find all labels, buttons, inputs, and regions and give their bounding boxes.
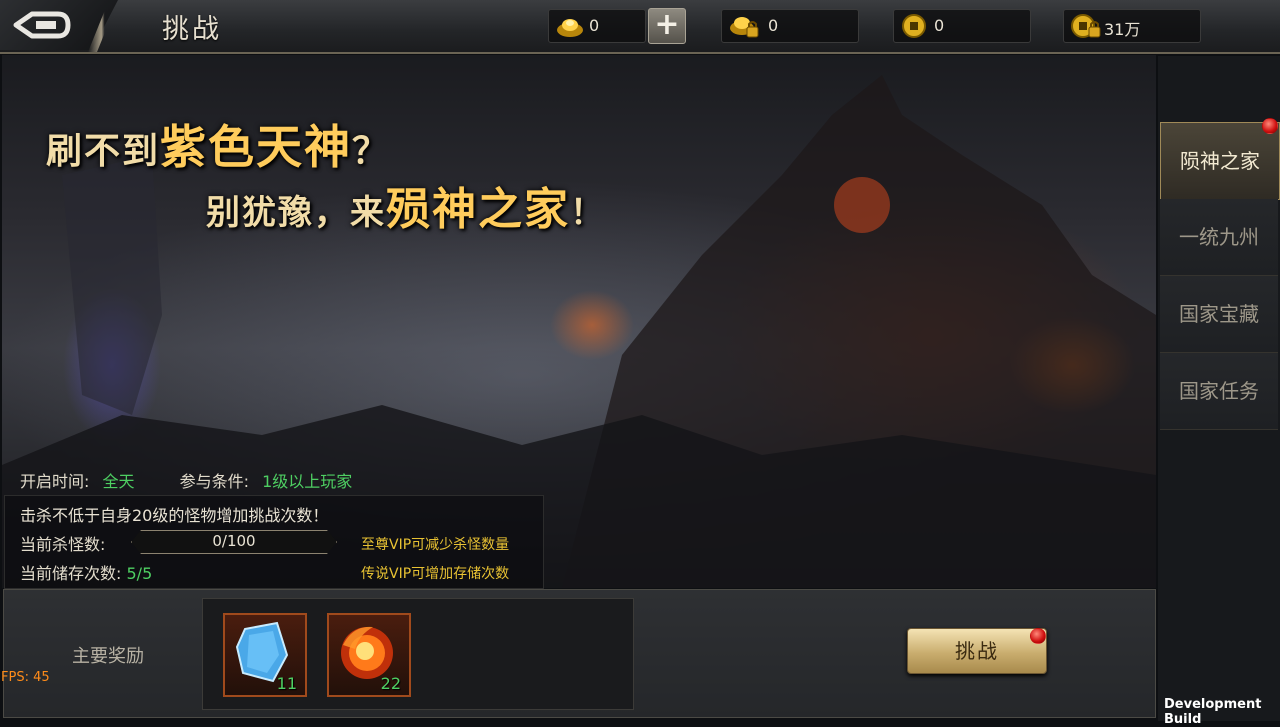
kill-tip: 击杀不低于自身20级的怪物增加挑战次数！ [20,506,329,525]
reward-panel: 主要奖励 11 22 挑战 [3,589,1156,718]
reward-fire-orb-count: 22 [380,674,401,693]
reward-title: 主要奖励 [72,646,144,667]
development-build-label: Development Build [1164,697,1262,727]
locked-coin-icon [1071,14,1101,38]
reward-crystal-count: 11 [276,674,297,693]
back-arrow-icon [13,11,71,39]
kill-progress-bar: 0/100 [131,530,337,554]
kill-progress-text: 0/100 [212,532,256,550]
tab-yunshen-home[interactable]: 陨神之家 [1160,122,1280,200]
open-info-row: 开启时间: 全天 参与条件: 1级以上玩家 [20,468,352,492]
tab-notification-dot [1262,118,1278,134]
challenge-notification-dot [1030,628,1046,644]
locked-coin-resource: 31万 [1063,9,1201,43]
store-count-label: 当前储存次数: [20,564,122,583]
open-time-label: 开启时间: [20,472,90,491]
slogan-line-1: 刷不到紫色天神？ [46,111,390,177]
kill-info-box: 击杀不低于自身20级的怪物增加挑战次数！ 当前杀怪数: 0/100 当前储存次数… [4,495,544,589]
reward-item-fire-orb[interactable]: 22 [327,613,411,697]
kill-count-label: 当前杀怪数: [20,535,106,554]
gold-ingot-resource: 0 [548,9,646,43]
open-time-value: 全天 [102,472,135,491]
vip-tip-1: 至尊VIP可减少杀怪数量 [361,537,510,553]
coin-icon [902,14,926,38]
slogan-1-part-a: 刷不到 [46,131,161,172]
recharge-plus-button[interactable]: + [648,8,686,44]
gold-ingot-icon [557,19,583,37]
page-title: 挑战 [162,14,222,45]
coin-resource: 0 [893,9,1031,43]
challenge-button[interactable]: 挑战 [907,628,1047,674]
slogan-2-part-a: 别犹豫，来 [206,193,386,233]
reward-item-crystal[interactable]: 11 [223,613,307,697]
locked-ingot-resource: 0 [721,9,859,43]
gold-ingot-value: 0 [589,16,600,35]
locked-ingot-icon [730,17,759,38]
slogan-2-part-c: ！ [570,193,606,233]
fps-counter: FPS: 45 [1,670,50,685]
side-tab-bar: 陨神之家 一统九州 国家宝藏 国家任务 [1158,56,1280,721]
locked-coin-value: 31万 [1104,20,1141,39]
store-count-row: 当前储存次数: 5/5 [20,560,152,584]
slogan-line-2: 别犹豫，来殒神之家！ [206,173,606,237]
coin-value: 0 [934,16,945,35]
top-bar: 挑战 0 + 0 0 31万 [0,0,1280,54]
condition-value: 1级以上玩家 [262,472,353,491]
tab-national-task[interactable]: 国家任务 [1160,353,1278,430]
slogan-2-highlight: 殒神之家 [386,184,570,235]
tab-unify-nine-states[interactable]: 一统九州 [1160,199,1278,276]
slogan-1-highlight: 紫色天神 [160,120,353,174]
condition-label: 参与条件: [179,472,250,491]
tab-national-treasure[interactable]: 国家宝藏 [1160,276,1278,353]
locked-ingot-value: 0 [768,16,779,35]
slogan-1-part-c: ？ [352,131,391,172]
store-count-value: 5/5 [126,564,153,583]
reward-list: 11 22 [202,598,634,710]
vip-tip-2: 传说VIP可增加存储次数 [361,566,510,582]
